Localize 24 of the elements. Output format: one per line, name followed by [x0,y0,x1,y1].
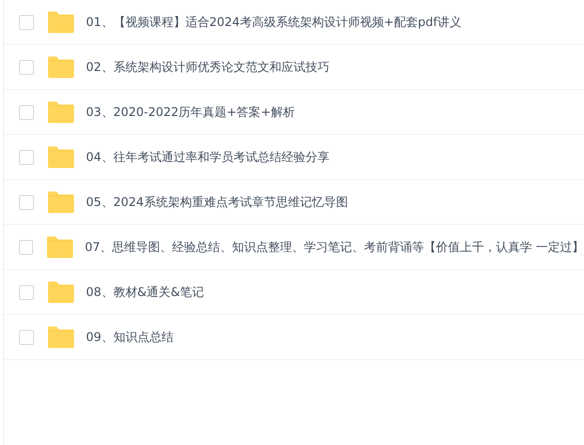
folder-icon [48,56,74,78]
checkbox[interactable] [19,104,34,120]
folder-icon [48,326,74,348]
folder-icon [48,11,74,33]
folder-name[interactable]: 03、2020-2022历年真题+答案+解析 [86,104,295,120]
checkbox[interactable] [19,284,34,300]
folder-name[interactable]: 04、往年考试通过率和学员考试总结经验分享 [86,148,330,166]
checkbox[interactable] [19,240,33,254]
folder-icon [48,146,74,168]
checkbox[interactable] [19,330,34,344]
checkbox[interactable] [19,60,34,74]
folder-name[interactable]: 07、思维导图、经验总结、知识点整理、学习笔记、考前背诵等【价值上千，认真学 一定过】 [84,238,584,256]
checkbox[interactable] [19,194,34,210]
folder-name[interactable]: 01、【视频课程】适合2024考高级系统架构设计师视频+配套pdf讲义 [86,14,462,30]
folder-icon [48,191,74,213]
folder-name[interactable]: 09、知识点总结 [86,328,174,346]
folder-name[interactable]: 02、系统架构设计师优秀论文范文和应试技巧 [86,58,330,76]
folder-name[interactable]: 08、教材&通关&笔记 [86,284,204,300]
folder-icon [46,236,73,258]
checkbox[interactable] [19,14,34,30]
folder-icon [48,281,74,303]
checkbox[interactable] [19,150,34,164]
folder-name[interactable]: 05、2024系统架构重难点考试章节思维记忆导图 [86,194,348,210]
folder-icon [48,101,74,123]
